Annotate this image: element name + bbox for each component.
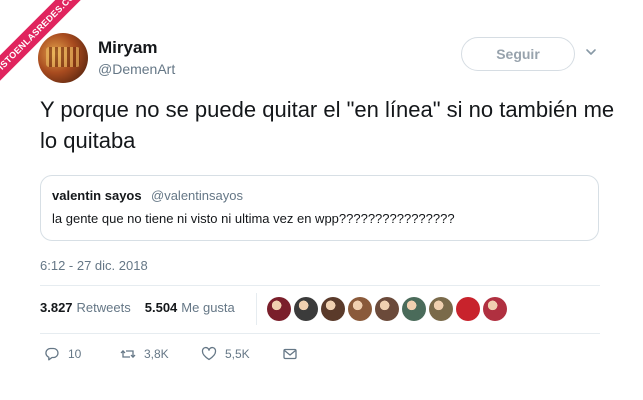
reply-icon [45, 347, 59, 361]
quoted-tweet-author-name: valentin sayos [52, 188, 142, 203]
tweet-text: Y porque no se puede quitar el "en línea… [40, 97, 615, 153]
like-count: 5,5K [225, 347, 250, 361]
retweet-icon [120, 350, 136, 358]
engagement-stats: 3.827 Retweets 5.504 Me gusta [40, 300, 235, 315]
retweets-label[interactable]: Retweets [77, 300, 131, 315]
quoted-tweet-card[interactable]: valentin sayos @valentinsayos la gente q… [40, 175, 599, 241]
quoted-tweet-author-handle: @valentinsayos [151, 188, 243, 203]
author-handle[interactable]: @DemenArt [98, 61, 175, 77]
author-display-name[interactable]: Miryam [98, 38, 158, 58]
liker-avatars [267, 297, 507, 321]
author-avatar[interactable] [38, 33, 88, 83]
retweet-button[interactable]: 3,8K [120, 346, 169, 362]
heart-icon [201, 346, 217, 361]
liker-avatar[interactable] [375, 297, 399, 321]
like-button[interactable]: 5,5K [201, 346, 250, 362]
liker-avatar[interactable] [267, 297, 291, 321]
retweet-count: 3,8K [144, 347, 169, 361]
chevron-down-icon[interactable] [584, 45, 598, 59]
reply-count: 10 [68, 347, 82, 361]
tweet-actions: 10 3,8K 5,5K [44, 346, 314, 366]
direct-message-button[interactable] [282, 346, 298, 362]
liker-avatar[interactable] [348, 297, 372, 321]
mail-icon [283, 348, 297, 360]
liker-avatar[interactable] [483, 297, 507, 321]
quoted-tweet-text: la gente que no tiene ni visto ni ultima… [52, 211, 455, 226]
stats-separator [256, 293, 257, 325]
divider [40, 333, 600, 334]
reply-button[interactable]: 10 [44, 346, 81, 362]
likes-count[interactable]: 5.504 [145, 300, 178, 315]
follow-button[interactable]: Seguir [461, 37, 575, 71]
retweets-count[interactable]: 3.827 [40, 300, 73, 315]
liker-avatar[interactable] [321, 297, 345, 321]
liker-avatar[interactable] [402, 297, 426, 321]
tweet-timestamp[interactable]: 6:12 - 27 dic. 2018 [40, 258, 148, 273]
divider [40, 285, 600, 286]
likes-label[interactable]: Me gusta [181, 300, 234, 315]
liker-avatar[interactable] [456, 297, 480, 321]
liker-avatar[interactable] [294, 297, 318, 321]
liker-avatar[interactable] [429, 297, 453, 321]
